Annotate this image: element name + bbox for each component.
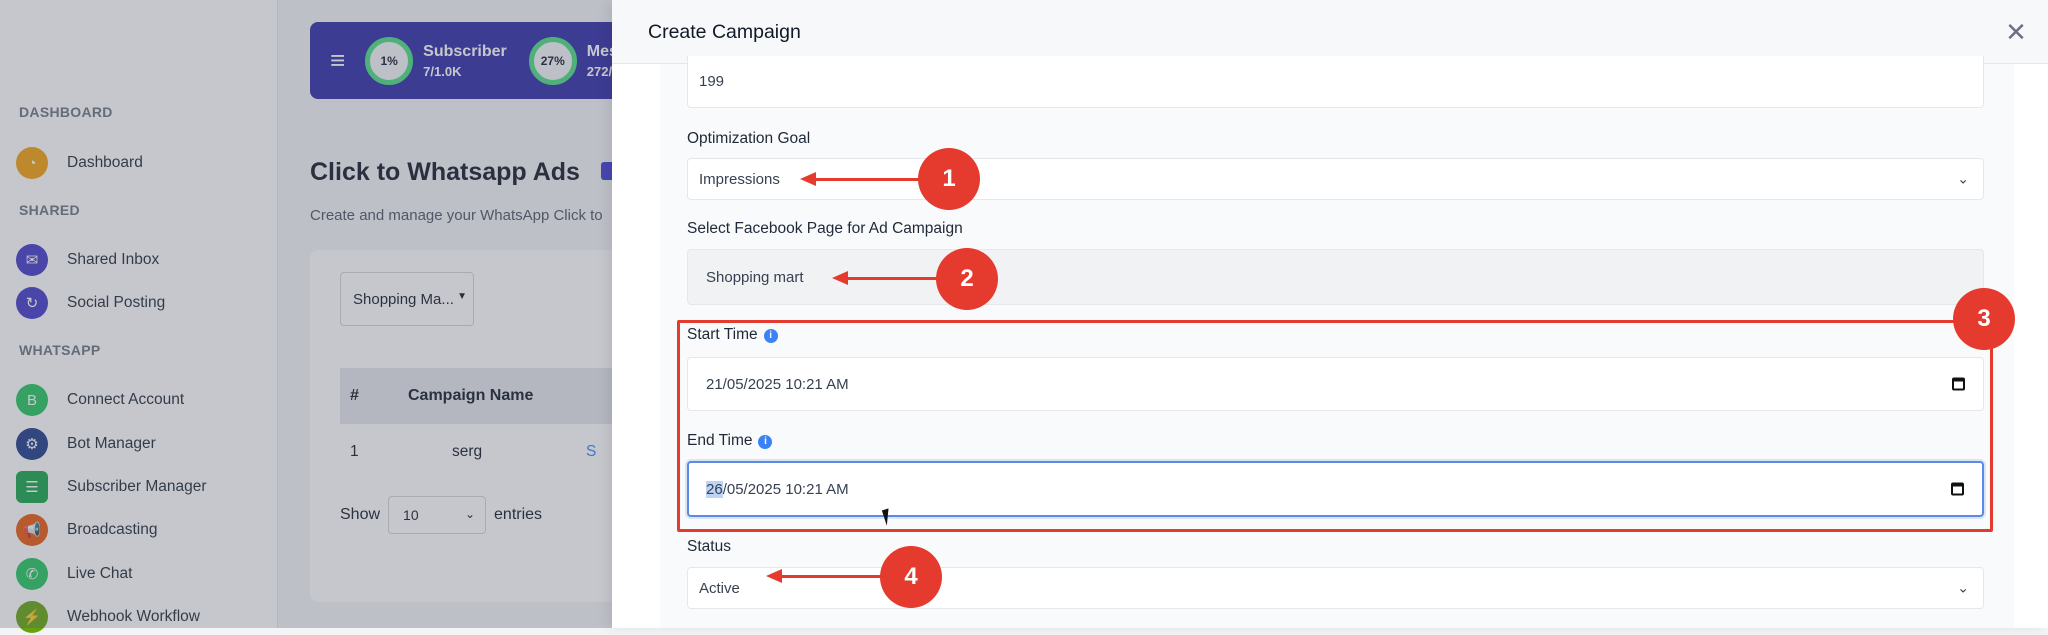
- optimization-goal-value: Impressions: [699, 171, 780, 188]
- chevron-down-icon: ⌄: [1957, 171, 1969, 188]
- annotation-marker-4: 4: [880, 546, 942, 608]
- modal-backdrop[interactable]: [0, 0, 612, 628]
- close-icon[interactable]: ✕: [2002, 18, 2030, 46]
- annotation-highlight-box: [677, 320, 1993, 532]
- optimization-goal-label: Optimization Goal: [687, 130, 810, 148]
- annotation-arrow-1-line: [814, 178, 920, 181]
- chevron-down-icon: ⌄: [1957, 580, 1969, 597]
- modal-title: Create Campaign: [648, 21, 801, 44]
- annotation-marker-2: 2: [936, 248, 998, 310]
- facebook-page-label: Select Facebook Page for Ad Campaign: [687, 220, 963, 238]
- annotation-arrow-2-line: [846, 277, 940, 280]
- budget-input[interactable]: 199: [687, 56, 1984, 108]
- status-value: Active: [699, 580, 740, 597]
- facebook-page-value: Shopping mart: [706, 269, 804, 286]
- status-label: Status: [687, 538, 731, 556]
- annotation-marker-1: 1: [918, 148, 980, 210]
- budget-value: 199: [699, 73, 724, 90]
- annotation-arrow-4-line: [780, 575, 884, 578]
- modal-header: Create Campaign ✕: [612, 0, 2048, 64]
- annotation-marker-3: 3: [1953, 288, 2015, 350]
